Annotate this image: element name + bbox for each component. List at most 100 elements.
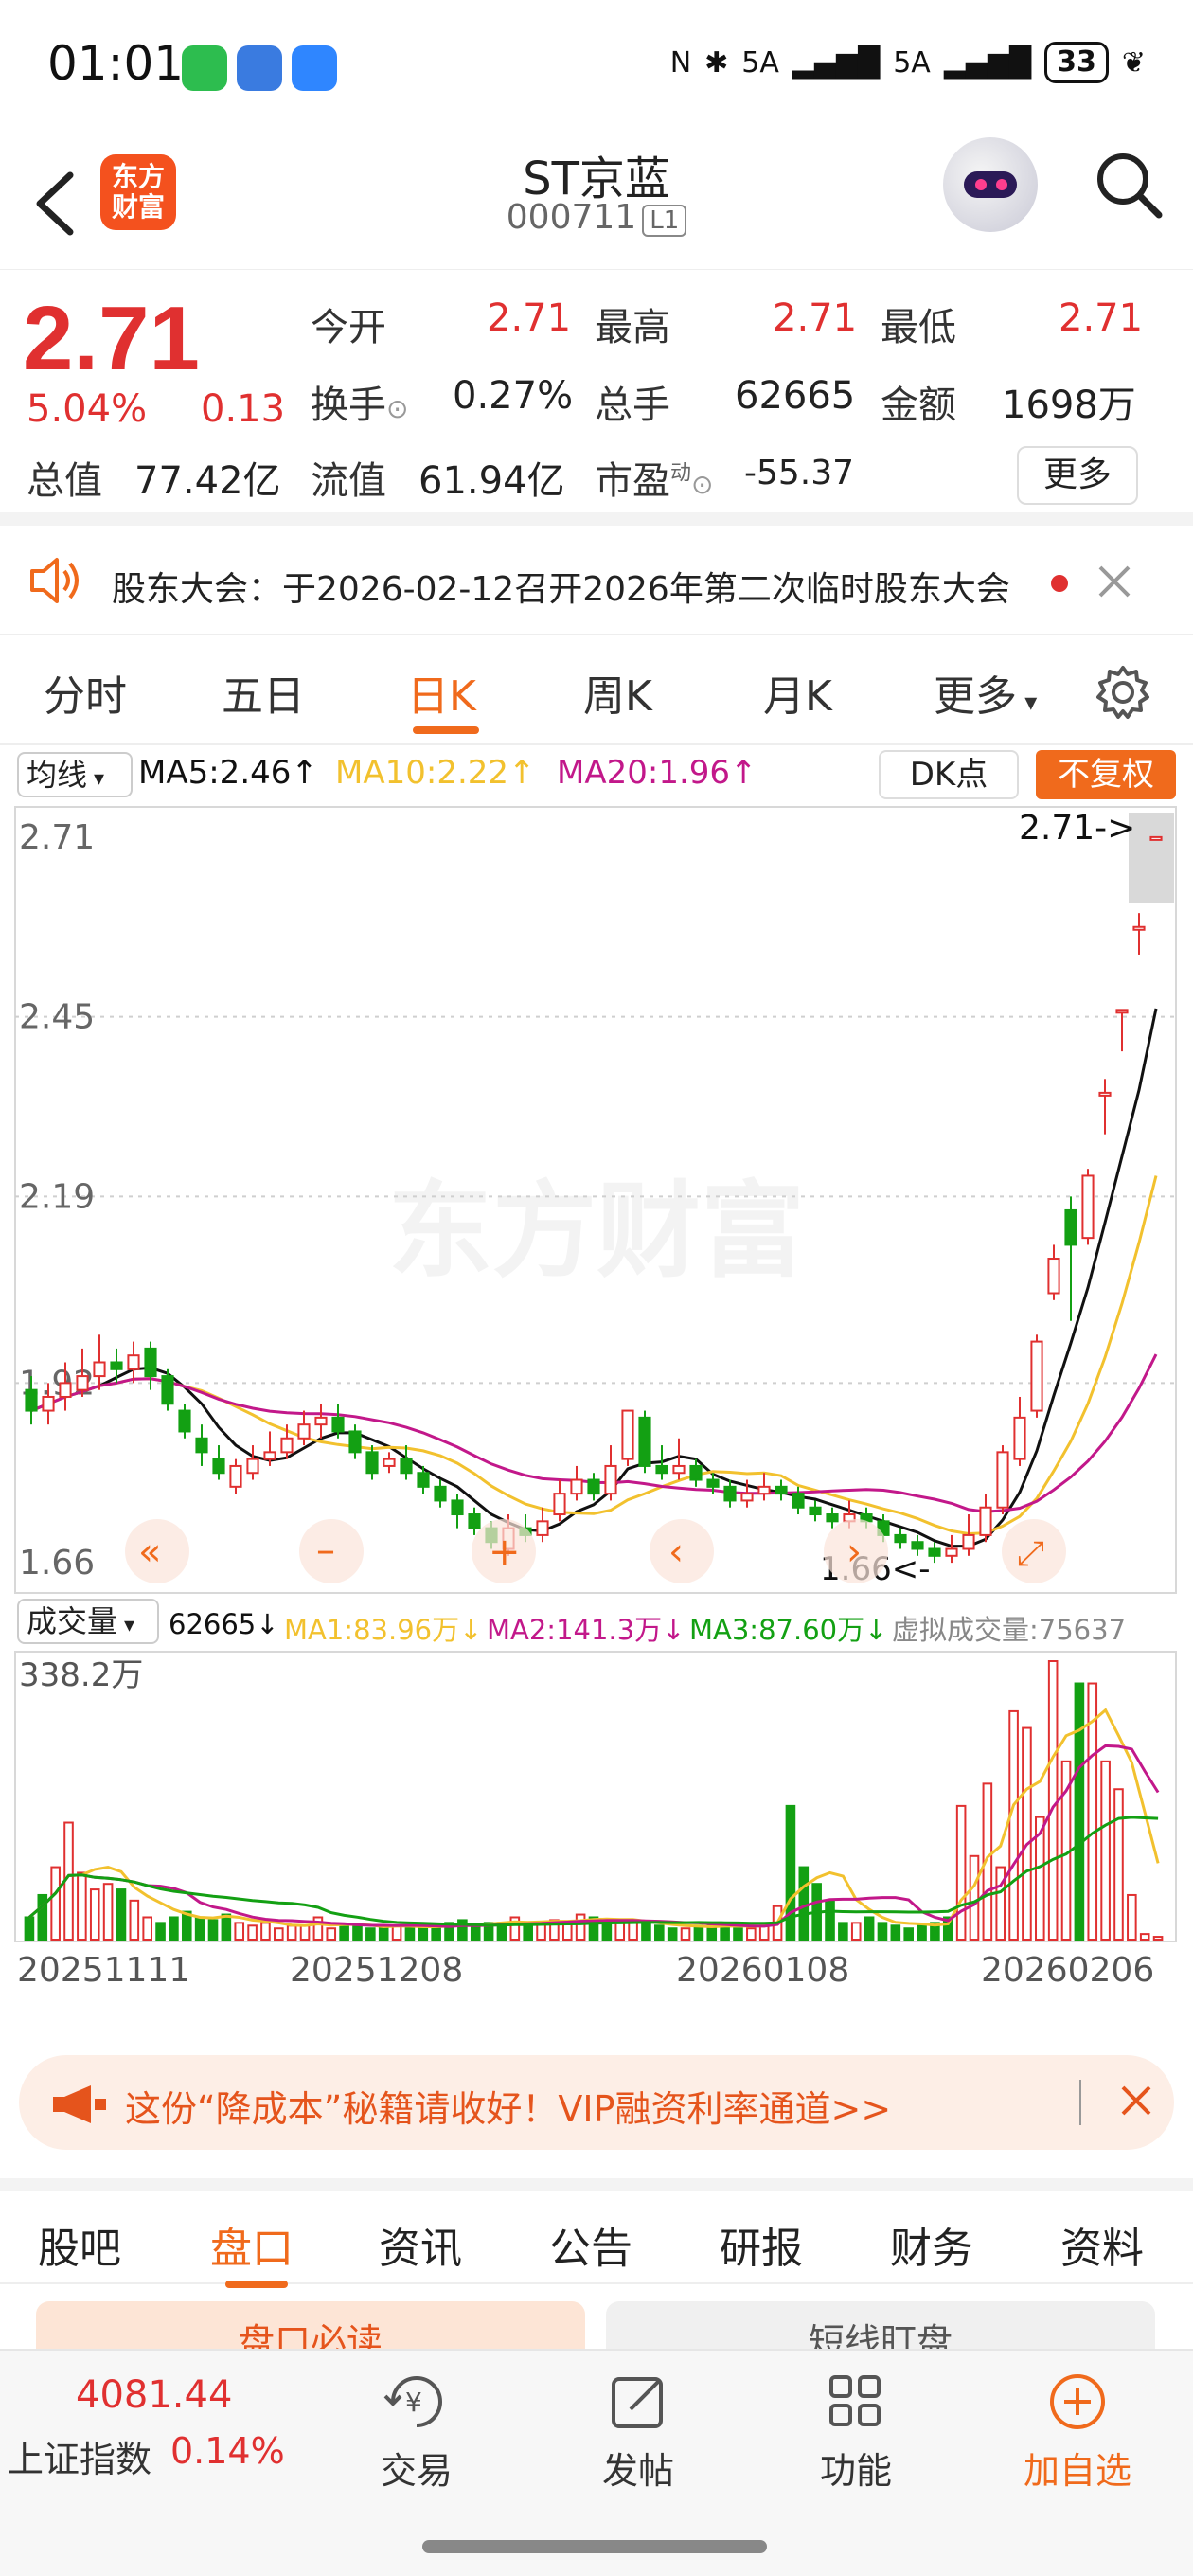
candle-body bbox=[911, 1541, 924, 1550]
ai-assistant-robot-icon[interactable] bbox=[943, 137, 1038, 232]
volume-bar bbox=[733, 1927, 743, 1941]
info-icon[interactable]: ⊙ bbox=[691, 469, 713, 500]
index-value[interactable]: 4081.44 bbox=[76, 2373, 232, 2417]
tab-announcements[interactable]: 公告 bbox=[549, 2214, 632, 2275]
candle-body bbox=[621, 1409, 634, 1460]
signal-2-label: 5A bbox=[893, 45, 931, 80]
announcement-bar[interactable]: 股东大会：于2026-02-12召开2026年第二次临时股东大会 bbox=[0, 526, 1193, 635]
adjust-button[interactable]: 不复权 bbox=[1036, 750, 1176, 799]
chevron-left-icon[interactable]: ‹ bbox=[668, 1530, 684, 1574]
tab-pankou[interactable]: 盘口 bbox=[210, 2214, 294, 2275]
volume-bar bbox=[260, 1922, 271, 1941]
kline-chart[interactable]: 东方财富 2.712.452.191.921.66 2.71-> 1.66<- … bbox=[0, 803, 1193, 1597]
candle-body bbox=[127, 1354, 140, 1370]
open-label: 今开 bbox=[311, 306, 386, 349]
candle-body bbox=[383, 1458, 396, 1467]
candle-body bbox=[434, 1485, 447, 1502]
tab-finance[interactable]: 财务 bbox=[890, 2214, 973, 2275]
watermark: 东方财富 bbox=[388, 1171, 805, 1292]
volume-bar bbox=[825, 1899, 835, 1941]
tab-intraday[interactable]: 分时 bbox=[44, 662, 127, 723]
volume-chart[interactable]: 338.2万 bbox=[0, 1648, 1193, 1949]
stock-header: 东方 财富 ST京蓝 000711 L1 bbox=[0, 137, 1193, 270]
tab-guba[interactable]: 股吧 bbox=[38, 2214, 121, 2275]
promo-banner[interactable]: 这份“降成本”秘籍请收好！VIP融资利率通道>> bbox=[19, 2055, 1174, 2150]
ma-select-dropdown[interactable]: 均线 ▾ bbox=[17, 752, 133, 797]
close-icon[interactable] bbox=[1096, 564, 1132, 599]
nav-add-watchlist[interactable]: 加自选 bbox=[1021, 2371, 1134, 2494]
candle-body bbox=[962, 1533, 975, 1550]
candle-body bbox=[212, 1458, 225, 1475]
nav-trade[interactable]: ¥ 交易 bbox=[360, 2371, 473, 2494]
index-name[interactable]: 上证指数 bbox=[8, 2430, 151, 2482]
open-value: 2.71 bbox=[487, 296, 572, 340]
tab-daily-k[interactable]: 日K bbox=[407, 662, 476, 723]
candle-body bbox=[1030, 1340, 1043, 1412]
index-percent[interactable]: 0.14% bbox=[170, 2430, 285, 2472]
volume-bar bbox=[247, 1924, 258, 1941]
volume-bar bbox=[50, 1866, 61, 1941]
tab-news[interactable]: 资讯 bbox=[379, 2214, 462, 2275]
rewind-icon[interactable]: « bbox=[138, 1530, 161, 1574]
pankou-must-read-card[interactable]: 盘口必读 bbox=[36, 2301, 585, 2351]
volume-bar bbox=[758, 1924, 770, 1941]
volume-bar bbox=[24, 1916, 35, 1941]
volume-select-dropdown[interactable]: 成交量 ▾ bbox=[17, 1599, 159, 1644]
candle-body bbox=[792, 1493, 805, 1509]
candle-body bbox=[246, 1458, 259, 1475]
volume-legend: 成交量 ▾ 62665↓ MA1:83.96万↓ MA2:141.3万↓ MA3… bbox=[0, 1597, 1193, 1648]
y-tick-label: 1.66 bbox=[19, 1544, 95, 1583]
tab-weekly-k[interactable]: 周K bbox=[583, 662, 652, 723]
unread-dot bbox=[1051, 575, 1068, 592]
candle-body bbox=[945, 1547, 958, 1557]
promo-divider bbox=[1079, 2080, 1081, 2125]
tab-more[interactable]: 更多 ▾ bbox=[934, 662, 1037, 723]
close-icon[interactable] bbox=[1117, 2082, 1155, 2120]
vol-ma1: MA1:83.96万↓ bbox=[284, 1614, 483, 1646]
last-price-marker: 2.71-> bbox=[1019, 809, 1135, 848]
change-percent: 5.04% bbox=[27, 387, 148, 431]
candle-body bbox=[928, 1547, 941, 1557]
volume-bar bbox=[654, 1924, 665, 1941]
candle-body bbox=[1115, 1009, 1129, 1014]
signal-1-label: 5A bbox=[741, 45, 779, 80]
volume-bar bbox=[129, 1899, 140, 1941]
volume-bar bbox=[1074, 1682, 1085, 1941]
stock-code: 000711 bbox=[506, 198, 637, 237]
turnover-value: 0.27% bbox=[453, 374, 574, 418]
volume-bar bbox=[969, 1854, 980, 1941]
candle-body bbox=[348, 1430, 362, 1454]
signal-bars-icon-1: ▂▄▆█ bbox=[792, 45, 881, 80]
volume-bar bbox=[326, 1927, 337, 1941]
candle-body bbox=[689, 1464, 703, 1481]
more-button[interactable]: 更多 bbox=[1017, 446, 1138, 505]
zoom-out-icon[interactable]: – bbox=[316, 1529, 335, 1572]
tab-profile[interactable]: 资料 bbox=[1060, 2214, 1144, 2275]
settings-gear-icon[interactable] bbox=[1095, 664, 1151, 721]
volume-current: 62665↓ bbox=[169, 1608, 279, 1640]
zoom-in-icon[interactable]: + bbox=[489, 1530, 521, 1574]
fullscreen-icon[interactable]: ⤢ bbox=[1017, 1534, 1044, 1573]
volume-bar bbox=[207, 1919, 219, 1941]
short-term-monitor-card[interactable]: 短线盯盘 bbox=[606, 2301, 1155, 2351]
volume-bar bbox=[903, 1927, 914, 1941]
message-icon bbox=[292, 45, 337, 91]
volume-bar bbox=[838, 1922, 848, 1941]
nav-post-label: 发帖 bbox=[601, 2450, 674, 2492]
search-icon[interactable] bbox=[1091, 147, 1166, 223]
volume-bar bbox=[116, 1888, 127, 1941]
info-icon[interactable]: ⊙ bbox=[386, 393, 408, 424]
volume-bar bbox=[917, 1924, 927, 1941]
vol-ma3: MA3:87.60万↓ bbox=[689, 1614, 888, 1646]
tab-research[interactable]: 研报 bbox=[720, 2214, 803, 2275]
dk-point-button[interactable]: DK点 bbox=[879, 750, 1019, 799]
tab-monthly-k[interactable]: 月K bbox=[763, 662, 832, 723]
nav-functions[interactable]: 功能 bbox=[799, 2371, 913, 2494]
candle-body bbox=[723, 1485, 737, 1502]
volume-bar bbox=[1127, 1893, 1137, 1941]
tab-five-day[interactable]: 五日 bbox=[222, 662, 305, 723]
nav-post[interactable]: 发帖 bbox=[581, 2371, 695, 2494]
volume-bar bbox=[155, 1922, 166, 1941]
volume-bar bbox=[89, 1888, 100, 1941]
chevron-right-icon[interactable]: › bbox=[846, 1530, 862, 1574]
